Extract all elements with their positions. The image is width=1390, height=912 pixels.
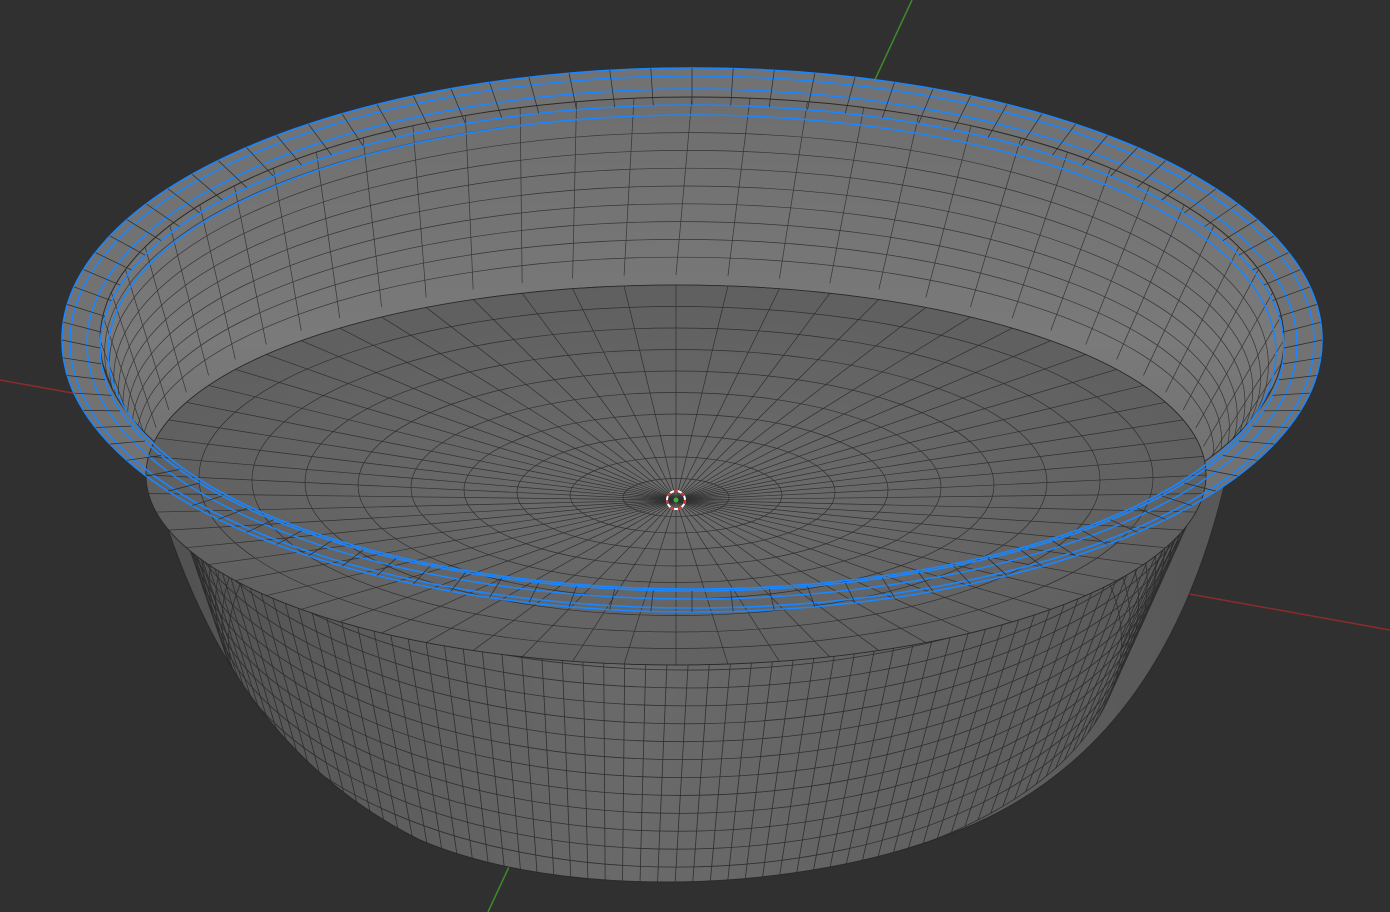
viewport-canvas[interactable] — [0, 0, 1390, 912]
object-origin-dot — [673, 497, 679, 503]
3d-viewport[interactable] — [0, 0, 1390, 912]
bowl-mesh[interactable] — [61, 67, 1323, 885]
